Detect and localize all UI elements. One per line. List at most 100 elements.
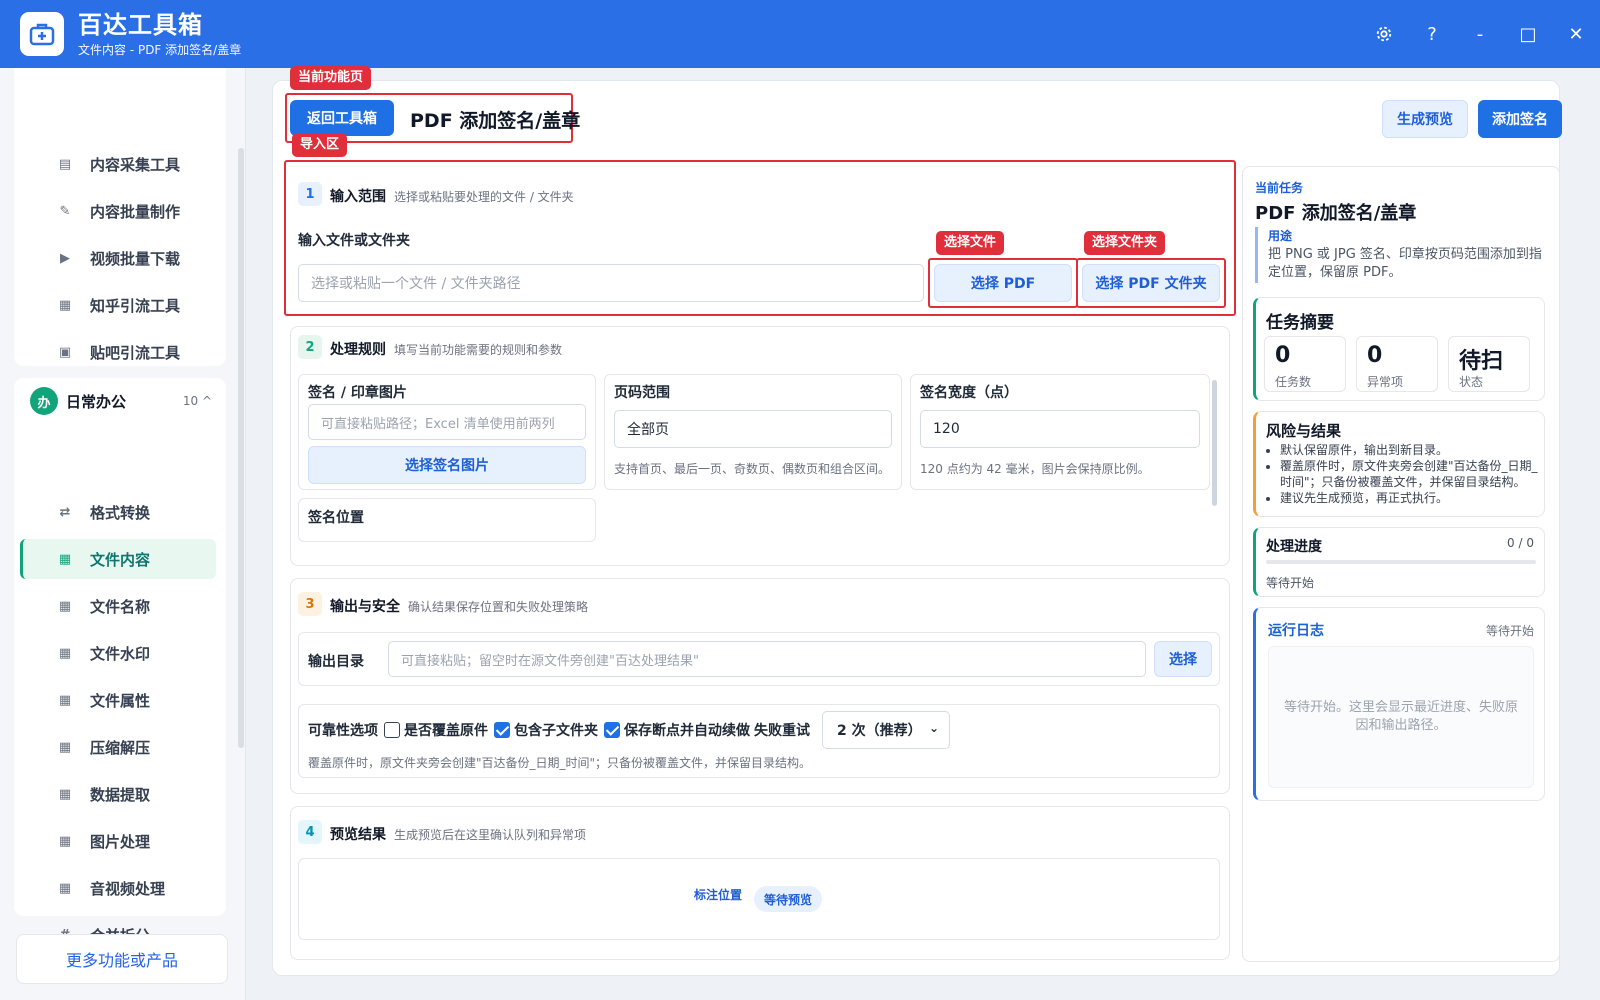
summary-card: 任务摘要 0 任务数 0 异常项 待扫 状态 (1253, 297, 1545, 401)
stat-status: 待扫 状态 (1448, 336, 1530, 392)
sidebar-item[interactable]: ▦ 文件水印 (20, 633, 216, 673)
sidebar-item-icon: ▶ (60, 250, 70, 266)
retry-select[interactable]: 2 次（推荐） ⌄ (822, 711, 950, 749)
gear-icon (1376, 26, 1392, 42)
add-signature-button[interactable]: 添加签名 (1478, 100, 1562, 138)
task-title: PDF 添加签名/盖章 (1255, 203, 1417, 224)
sign-image-label: 签名 / 印章图片 (308, 385, 407, 401)
sidebar-item-label: 知乎引流工具 (90, 296, 181, 315)
overwrite-checkbox[interactable] (384, 722, 400, 738)
sidebar-item[interactable]: ▶ 视频批量下载 (20, 238, 216, 278)
sidebar-item[interactable]: ▦ 数据提取 (20, 774, 216, 814)
sidebar-item-label: 音视频处理 (90, 879, 166, 898)
input-label: 输入文件或文件夹 (298, 233, 410, 249)
progress-bar (1266, 560, 1536, 564)
sidebar-item[interactable]: ▣ 贴吧引流工具 (20, 332, 216, 372)
sidebar-item-label: 数据提取 (90, 785, 151, 804)
sidebar-item[interactable]: ⇄ 格式转换 (20, 492, 216, 532)
overwrite-label: 是否覆盖原件 (404, 723, 488, 739)
sidebar-item-icon: ▦ (58, 833, 72, 849)
select-pdf-folder-button[interactable]: 选择 PDF 文件夹 (1082, 264, 1220, 302)
section-3-number: 3 (298, 592, 322, 616)
office-badge: 办 (30, 387, 58, 415)
sign-width-field[interactable]: 120 (920, 410, 1200, 448)
log-status: 等待开始 (1485, 624, 1534, 638)
output-dir-field[interactable]: 可直接粘贴；留空时在源文件旁创建"百达处理结果" (388, 641, 1146, 677)
resume-label: 保存断点并自动续做 (624, 723, 750, 739)
sidebar-item-label: 图片处理 (90, 832, 151, 851)
section-1-number: 1 (298, 182, 322, 206)
maximize-button[interactable]: □ (1504, 0, 1552, 68)
tag-select-file: 选择文件 (936, 231, 1005, 255)
usage-block: 用途 把 PNG 或 JPG 签名、印章按页码范围添加到指定位置，保留原 PDF… (1255, 227, 1547, 283)
retry-value: 2 次（推荐） (837, 723, 922, 739)
sidebar-item-icon: ▦ (58, 645, 72, 661)
log-card: 运行日志 等待开始 等待开始。这里会显示最近进度、失败原因和输出路径。 (1253, 607, 1545, 801)
sidebar-scrollbar[interactable] (238, 148, 244, 748)
risk-card: 风险与结果 默认保留原件，输出到新目录。 覆盖原件时，原文件夹旁会创建"百达备份… (1253, 411, 1545, 517)
help-button[interactable]: ? (1408, 0, 1456, 68)
sidebar-item-icon: ▦ (58, 880, 72, 896)
section-2-desc: 填写当前功能需要的规则和参数 (394, 343, 563, 357)
current-task-label: 当前任务 (1255, 181, 1304, 195)
sidebar-item[interactable]: ✎ 内容批量制作 (20, 191, 216, 231)
sidebar-item[interactable]: ▦ 压缩解压 (20, 727, 216, 767)
sidebar-item[interactable]: ▦ 知乎引流工具 (20, 285, 216, 325)
more-products-button[interactable]: 更多功能或产品 (16, 934, 228, 984)
office-group-header[interactable]: 办 日常办公 10 ^ (30, 386, 226, 416)
sidebar-item-label: 文件水印 (90, 644, 151, 663)
select-output-button[interactable]: 选择 (1154, 641, 1212, 677)
sidebar-item-icon: ▦ (58, 297, 72, 313)
settings-button[interactable] (1360, 0, 1408, 68)
select-pdf-button[interactable]: 选择 PDF (934, 264, 1072, 302)
log-title: 运行日志 (1268, 623, 1324, 639)
minimize-button[interactable]: - (1456, 0, 1504, 68)
page-range-hint: 支持首页、最后一页、奇数页、偶数页和组合区间。 (614, 462, 891, 476)
mark-position-label: 标注位置 (694, 888, 743, 902)
sidebar-item-icon: ▦ (58, 786, 72, 802)
overwrite-note: 覆盖原件时，原文件夹旁会创建"百达备份_日期_时间"；只备份被覆盖文件，并保留目… (308, 756, 812, 770)
input-path-field[interactable]: 选择或粘贴一个文件 / 文件夹路径 (298, 264, 924, 302)
sidebar-item-label: 文件属性 (90, 691, 151, 710)
resume-checkbox[interactable] (604, 722, 620, 738)
office-title: 日常办公 (66, 392, 127, 411)
risk-item: 建议先生成预览，再正式执行。 (1280, 490, 1542, 506)
sidebar-item[interactable]: ▦ 音视频处理 (20, 868, 216, 908)
page-range-field[interactable]: 全部页 (614, 410, 892, 448)
sidebar-item[interactable]: ▦ 图片处理 (20, 821, 216, 861)
stat-errors: 0 异常项 (1356, 336, 1438, 392)
sidebar-item-label: 文件内容 (90, 550, 151, 569)
app-subtitle: 文件内容 - PDF 添加签名/盖章 (78, 42, 242, 57)
chevron-up-icon: ^ (201, 394, 212, 408)
sidebar-item-label: 文件名称 (90, 597, 151, 616)
progress-status: 等待开始 (1266, 576, 1315, 590)
sidebar-item[interactable]: ▦ 文件名称 (20, 586, 216, 626)
sidebar-item[interactable]: ▦ 文件属性 (20, 680, 216, 720)
generate-preview-button[interactable]: 生成预览 (1382, 100, 1468, 138)
sidebar-item-label: 格式转换 (90, 503, 151, 522)
sidebar-item-icon: ▦ (58, 692, 72, 708)
progress-value: 0 / 0 (1507, 536, 1534, 550)
rules-scrollbar[interactable] (1212, 380, 1217, 506)
section-3-title: 输出与安全 (330, 599, 400, 615)
risk-list: 默认保留原件，输出到新目录。 覆盖原件时，原文件夹旁会创建"百达备份_日期_时间… (1280, 442, 1542, 506)
sidebar-item-icon: ✎ (59, 203, 71, 219)
sidebar-item[interactable]: ▤ 内容采集工具 (20, 144, 216, 184)
select-sign-image-button[interactable]: 选择签名图片 (308, 446, 586, 484)
sidebar-item-label: 贴吧引流工具 (90, 343, 181, 362)
back-to-toolbox-button[interactable]: 返回工具箱 (290, 100, 394, 136)
subfolder-checkbox[interactable] (494, 722, 510, 738)
section-1-title: 输入范围 (330, 189, 386, 205)
section-4-title: 预览结果 (330, 827, 386, 843)
sidebar-item-icon: ▦ (58, 551, 72, 567)
sidebar-item-icon: ⇄ (59, 504, 71, 520)
close-button[interactable]: ✕ (1552, 0, 1600, 68)
section-2-number: 2 (298, 335, 322, 359)
risk-item: 默认保留原件，输出到新目录。 (1280, 442, 1542, 458)
retry-label: 失败重试 (754, 723, 810, 739)
output-dir-label: 输出目录 (308, 654, 364, 670)
sidebar-item-active[interactable]: ▦ 文件内容 (20, 539, 216, 579)
tag-current-page: 当前功能页 (290, 66, 372, 90)
sign-image-path-field[interactable]: 可直接粘贴路径；Excel 清单使用前两列 (308, 404, 586, 440)
waiting-preview-badge: 等待预览 (754, 886, 823, 912)
